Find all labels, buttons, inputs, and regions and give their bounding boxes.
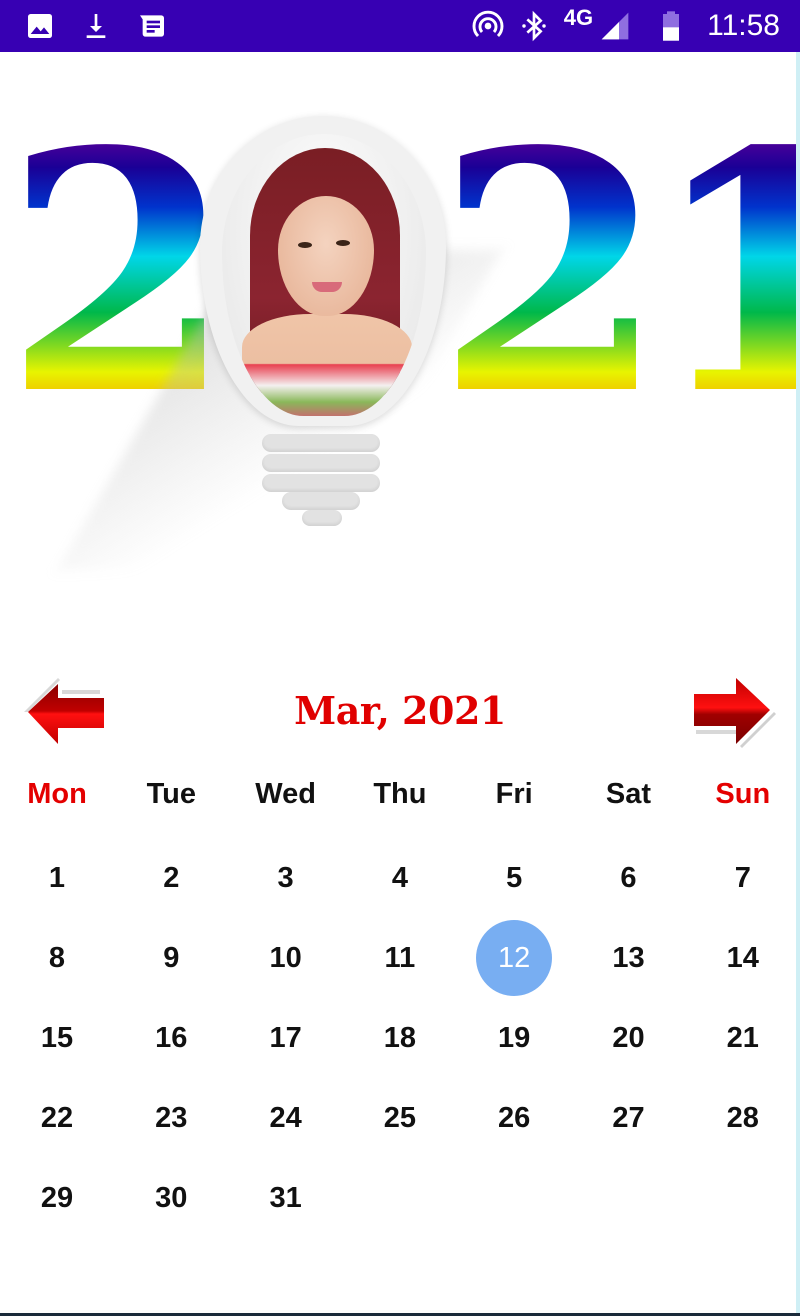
day-number: 27	[612, 1101, 645, 1134]
day-cell-today[interactable]: 12	[457, 918, 571, 998]
weekday-wed: Wed	[255, 778, 316, 810]
right-arrow-icon	[694, 678, 776, 748]
day-number: 9	[163, 941, 180, 974]
weekday-thu: Thu	[373, 778, 427, 810]
day-cell[interactable]: 28	[686, 1078, 800, 1158]
bluetooth-icon	[522, 10, 546, 42]
day-number: 20	[612, 1021, 645, 1054]
day-number: 26	[498, 1101, 531, 1134]
day-number: 28	[726, 1101, 759, 1134]
day-number: 3	[277, 861, 294, 894]
bulb-base-tip	[302, 510, 342, 526]
day-cell[interactable]: 20	[572, 998, 686, 1078]
day-cell[interactable]: 17	[229, 998, 343, 1078]
day-number: 22	[40, 1101, 74, 1134]
day-cell[interactable]: 21	[686, 998, 800, 1078]
weekday-tue: Tue	[146, 778, 196, 810]
status-bar: 4G 11:58	[0, 0, 800, 52]
day-number: 13	[612, 941, 645, 974]
day-cell[interactable]: 18	[343, 998, 457, 1078]
day-number: 19	[498, 1021, 531, 1054]
day-cell[interactable]: 3	[229, 838, 343, 918]
photo-body	[242, 314, 412, 416]
weekday-mon: Mon	[27, 778, 87, 810]
bulb-base-ring	[262, 474, 380, 492]
day-number: 29	[40, 1181, 74, 1214]
day-cell[interactable]: 13	[572, 918, 686, 998]
day-number: 18	[383, 1021, 417, 1054]
day-number: 17	[269, 1021, 302, 1054]
day-number: 8	[48, 941, 66, 974]
day-number: 12	[476, 920, 553, 996]
day-cell[interactable]: 7	[686, 838, 800, 918]
day-number: 30	[155, 1181, 188, 1214]
day-cell[interactable]: 15	[0, 998, 114, 1078]
day-number: 24	[269, 1101, 302, 1134]
day-cell[interactable]: 30	[114, 1158, 228, 1238]
weekday-sun: Sun	[715, 778, 771, 810]
bulb-base-ring	[262, 454, 380, 472]
image-icon	[28, 14, 52, 38]
day-number: 1	[48, 861, 66, 894]
day-cell[interactable]: 26	[457, 1078, 571, 1158]
day-number: 25	[383, 1101, 417, 1134]
day-cell[interactable]: 23	[114, 1078, 228, 1158]
day-number: 14	[726, 941, 759, 974]
network-type: 4G	[563, 5, 594, 30]
day-cell[interactable]: 31	[229, 1158, 343, 1238]
day-cell[interactable]: 24	[229, 1078, 343, 1158]
day-cell[interactable]: 25	[343, 1078, 457, 1158]
day-number: 4	[391, 861, 408, 894]
day-cell[interactable]: 4	[343, 838, 457, 918]
hotspot-icon	[472, 10, 504, 38]
message-icon	[140, 15, 164, 37]
month-navigation: Mar, 2021	[0, 668, 800, 758]
portrait-photo	[222, 134, 426, 416]
day-number: 16	[155, 1021, 188, 1054]
day-cell[interactable]: 8	[0, 918, 114, 998]
day-cell[interactable]: 22	[0, 1078, 114, 1158]
day-number: 15	[40, 1021, 74, 1054]
year-digit-4: 1	[650, 108, 800, 438]
weekday-fri: Fri	[495, 778, 533, 810]
day-cell[interactable]: 19	[457, 998, 571, 1078]
download-icon	[86, 14, 106, 38]
day-cell[interactable]: 5	[457, 838, 571, 918]
clock: 11:58	[707, 9, 780, 42]
day-cell[interactable]: 6	[572, 838, 686, 918]
day-cell[interactable]: 16	[114, 998, 228, 1078]
bulb-base-ring	[282, 492, 360, 510]
day-cell[interactable]: 10	[229, 918, 343, 998]
day-number: 21	[726, 1021, 759, 1054]
day-number: 11	[384, 941, 416, 974]
day-cell[interactable]: 27	[572, 1078, 686, 1158]
month-title: Mar, 2021	[294, 688, 506, 733]
day-number: 5	[506, 861, 523, 894]
next-month-button[interactable]	[688, 672, 778, 752]
battery-icon	[663, 11, 680, 41]
weekday-header: Mon Tue Wed Thu Fri Sat Sun	[0, 778, 800, 822]
day-number: 31	[269, 1181, 302, 1214]
day-cell[interactable]: 29	[0, 1158, 114, 1238]
photo-eye	[336, 240, 350, 246]
day-number: 10	[269, 941, 302, 974]
day-cell[interactable]: 14	[686, 918, 800, 998]
day-number: 23	[155, 1101, 188, 1134]
weekday-sat: Sat	[605, 778, 652, 810]
day-number: 2	[163, 861, 180, 894]
day-number: 6	[620, 861, 637, 894]
bulb-base-ring	[262, 434, 380, 452]
day-cell[interactable]: 9	[114, 918, 228, 998]
photo-eye	[298, 242, 312, 248]
day-number: 7	[734, 861, 751, 894]
day-cell[interactable]: 1	[0, 838, 114, 918]
signal-icon	[601, 12, 629, 40]
day-cell[interactable]: 2	[114, 838, 228, 918]
day-cell[interactable]: 11	[343, 918, 457, 998]
